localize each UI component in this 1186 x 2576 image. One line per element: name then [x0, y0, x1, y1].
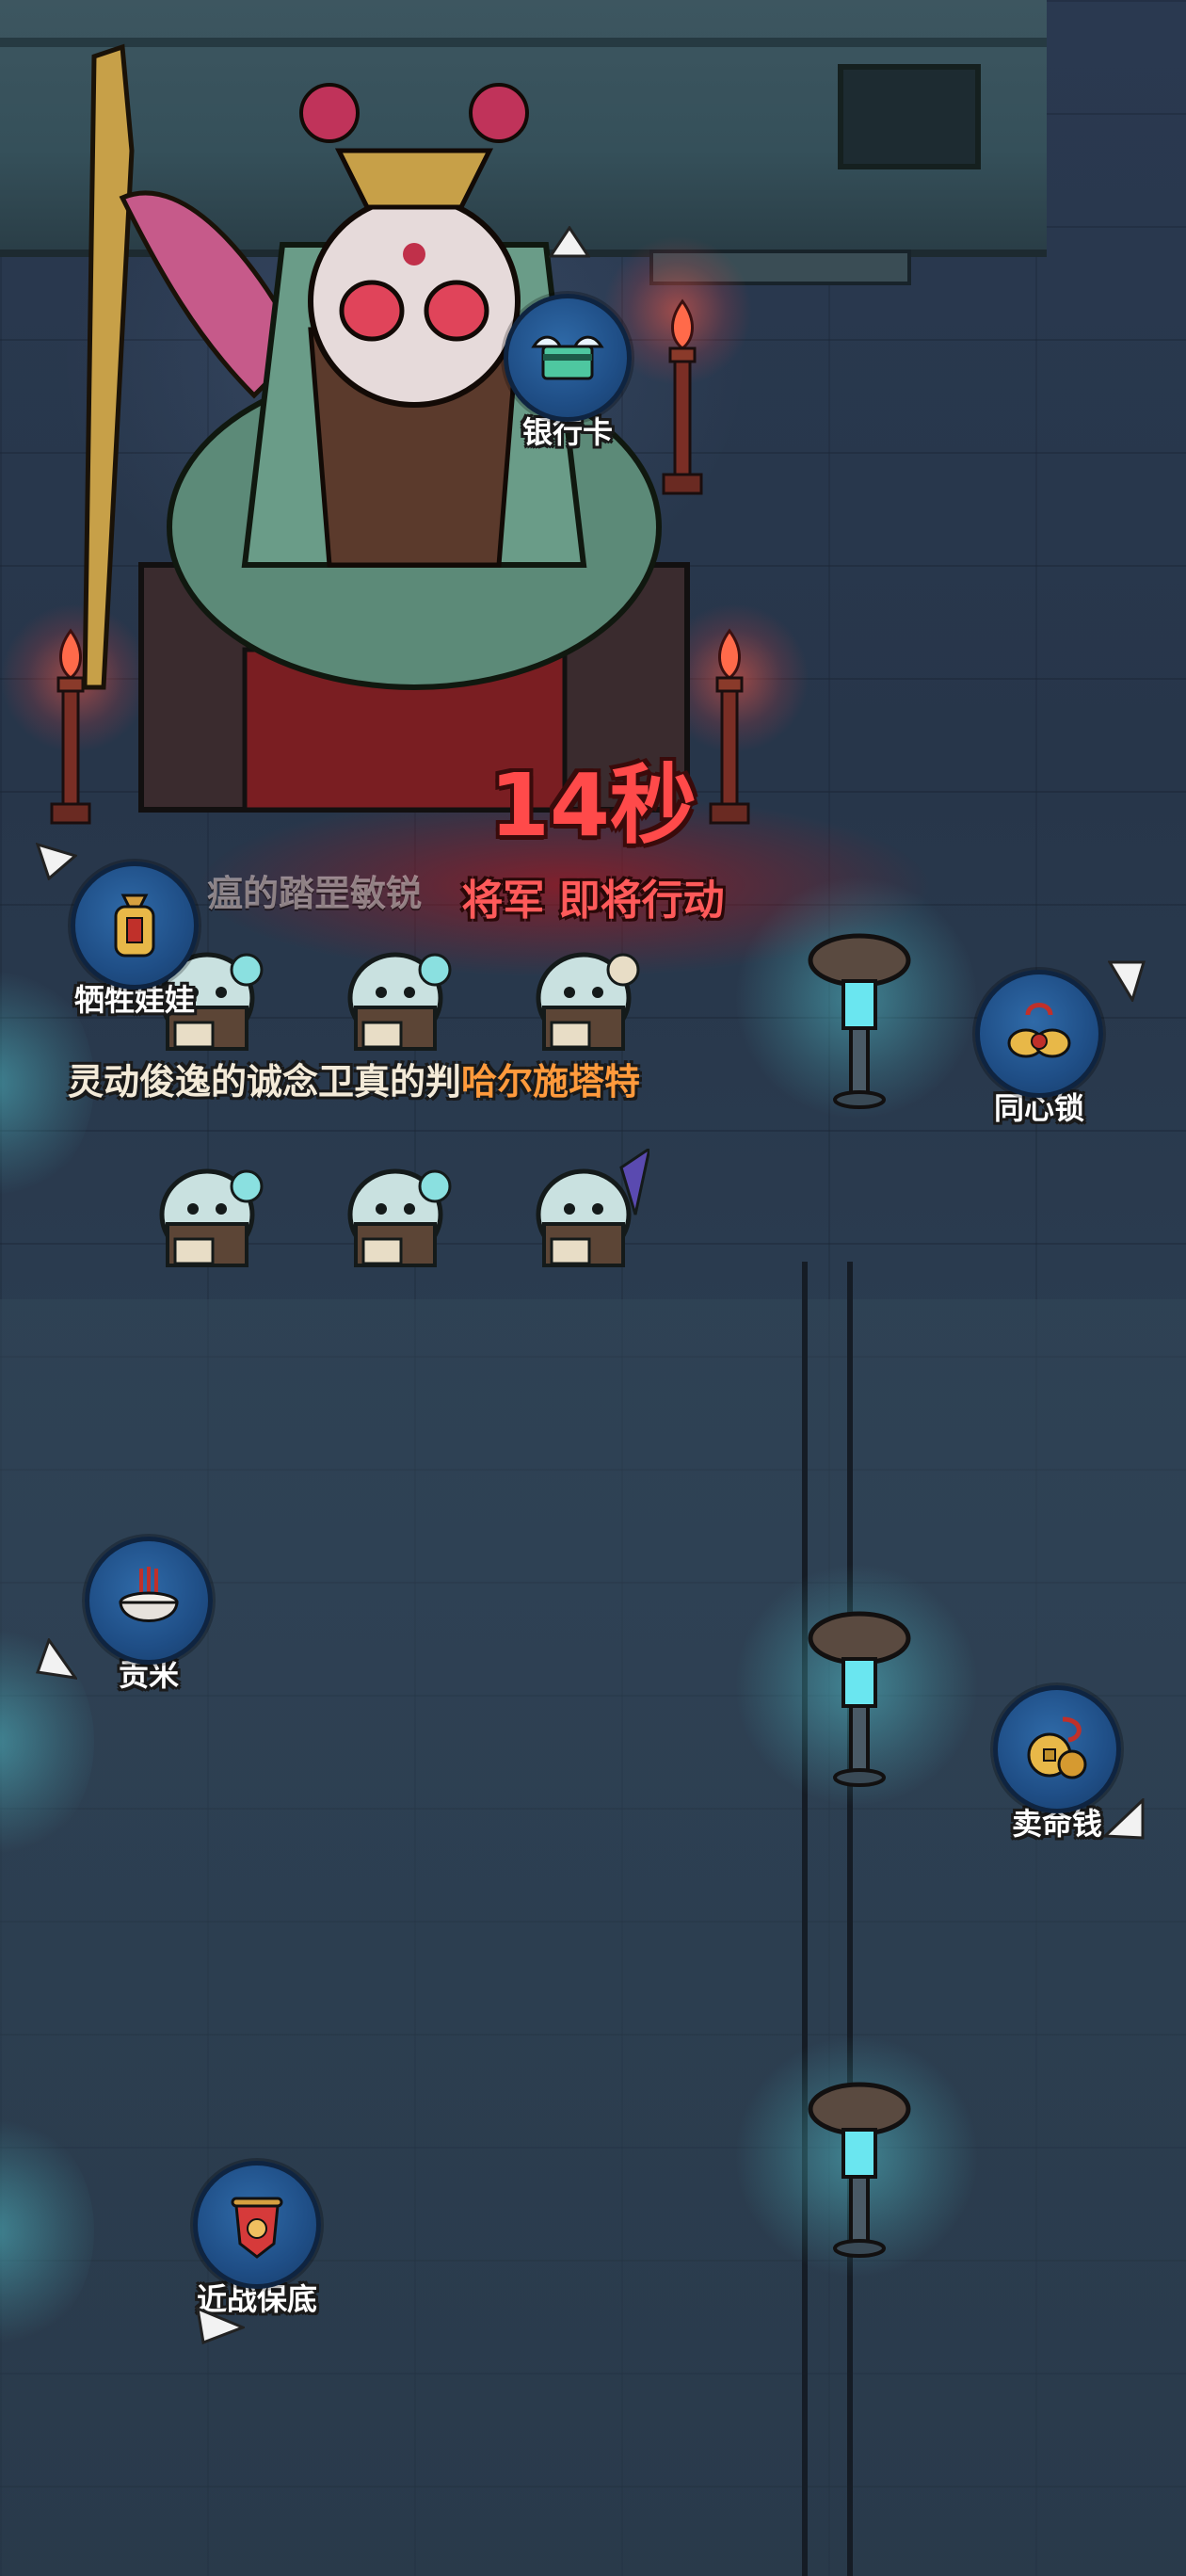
rice-bowl-incense-icon [119, 1567, 179, 1622]
floor-crack-line [802, 1262, 808, 2576]
ghost-scholar-unit[interactable] [518, 1149, 649, 1290]
item-disc [71, 861, 199, 990]
sacrifice-doll-icon [114, 894, 155, 958]
broken-window [838, 64, 981, 169]
item-disc [975, 970, 1103, 1098]
ghost-scholar-unit[interactable] [329, 1149, 461, 1290]
game-scene: 瘟的踏罡敏锐 14秒 将军 即将行动 灵动俊逸的诚念卫真的判哈尔施塔特 银行卡 … [0, 0, 1186, 2576]
item-disc [85, 1537, 213, 1665]
ghost-scholar-unit[interactable] [141, 1149, 273, 1290]
boss-action-warning: 将军 即将行动 [461, 877, 725, 925]
street-lamp [808, 1611, 911, 1787]
item-disc [993, 1685, 1121, 1813]
faded-unit-caption: 瘟的踏罡敏锐 [207, 873, 423, 914]
general-boss[interactable] [56, 38, 734, 847]
red-shield-scroll-icon [231, 2197, 283, 2259]
floor-crack-line [847, 1262, 853, 2576]
floor-area [0, 1299, 1186, 2576]
direction-pointer-icon [36, 843, 77, 880]
street-lamp [808, 933, 911, 1109]
item-disc [193, 2161, 321, 2289]
direction-pointer-icon [36, 1638, 77, 1680]
direction-pointer-icon [549, 226, 590, 258]
unit-name-caption: 灵动俊逸的诚念卫真的判哈尔施塔特 [68, 1053, 640, 1104]
unit-title-prefix: 灵动俊逸的诚念卫真的判 [68, 1061, 462, 1103]
direction-pointer-icon [196, 2307, 245, 2344]
item-life-money[interactable]: 卖命钱 [993, 1685, 1121, 1843]
winged-bank-card-icon [531, 335, 604, 380]
item-concentric-lock[interactable]: 同心锁 [975, 970, 1103, 1128]
item-melee-guarantee[interactable]: 近战保底 [193, 2161, 321, 2319]
item-disc [504, 294, 632, 422]
gold-coin-pouch-icon [1027, 1716, 1087, 1779]
direction-pointer-icon [1103, 1798, 1145, 1840]
item-tribute-rice[interactable]: 贡米 [85, 1537, 213, 1695]
item-sacrifice-doll[interactable]: 牺牲娃娃 [71, 861, 199, 1020]
direction-pointer-icon [1108, 960, 1146, 1002]
boss-countdown: 14秒 [489, 755, 697, 856]
unit-target-name: 哈尔施塔特 [461, 1061, 641, 1103]
street-lamp [808, 2082, 911, 2258]
item-bank-card[interactable]: 银行卡 [504, 294, 632, 452]
concentric-lock-icon [1007, 1003, 1071, 1058]
